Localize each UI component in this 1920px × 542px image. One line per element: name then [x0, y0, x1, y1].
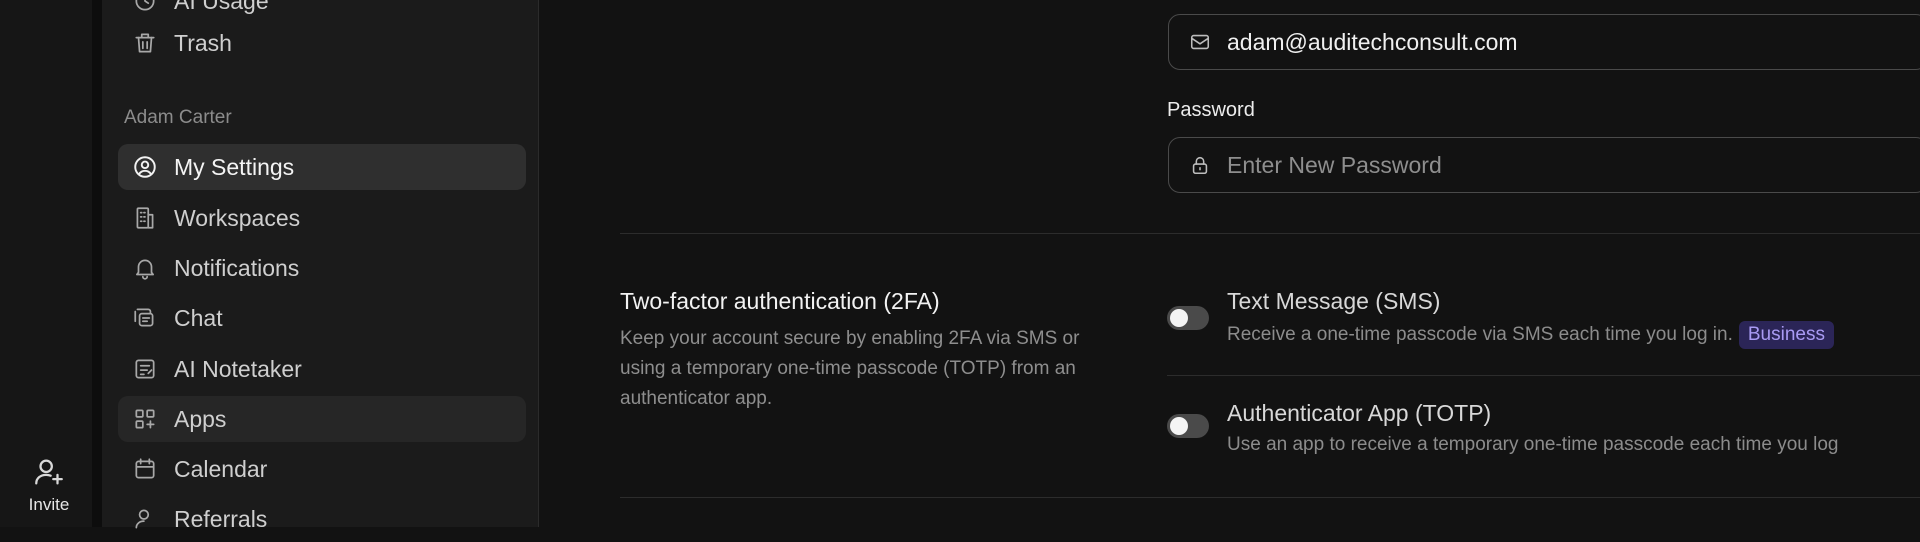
lock-icon — [1189, 154, 1211, 176]
sms-option-text: Receive a one-time passcode via SMS each… — [1227, 324, 1733, 346]
sidebar-item-label: Calendar — [174, 455, 268, 482]
twofa-title: Two-factor authentication (2FA) — [620, 288, 940, 314]
sidebar-item-label: Notifications — [174, 254, 300, 281]
calendar-icon — [132, 456, 158, 482]
add-user-icon — [32, 455, 66, 489]
apps-grid-icon — [132, 406, 158, 432]
section-divider — [620, 233, 1920, 234]
sidebar-item-label: Workspaces — [174, 204, 301, 231]
app-rail — [0, 0, 92, 527]
toggle-knob — [1170, 309, 1188, 327]
sidebar-item-ai-notetaker[interactable]: AI Notetaker — [118, 346, 526, 392]
sidebar-item-label: My Settings — [174, 153, 295, 180]
twofa-description: Keep your account secure by enabling 2FA… — [620, 328, 1080, 409]
notetaker-icon — [132, 356, 158, 382]
settings-main: adam@auditechconsult.com Password Two-fa… — [539, 0, 1920, 527]
email-field[interactable]: adam@auditechconsult.com — [1168, 14, 1920, 70]
totp-option-description: Use an app to receive a temporary one-ti… — [1227, 434, 1839, 455]
bell-icon — [132, 255, 158, 281]
option-divider — [1167, 375, 1920, 376]
trash-icon — [132, 30, 158, 56]
invite-label: Invite — [28, 495, 70, 514]
chat-icon — [132, 305, 158, 331]
sidebar-item-label: AI Usage — [174, 0, 269, 14]
rail-divider — [92, 0, 102, 527]
sidebar-item-my-settings[interactable]: My Settings — [118, 144, 526, 190]
sidebar-item-label: Referrals — [174, 505, 268, 532]
user-circle-icon — [132, 154, 158, 180]
sidebar-item-notifications[interactable]: Notifications — [118, 245, 526, 291]
toggle-knob — [1170, 417, 1188, 435]
email-value: adam@auditechconsult.com — [1227, 28, 1518, 55]
sidebar-item-calendar[interactable]: Calendar — [118, 446, 526, 492]
mail-icon — [1189, 31, 1211, 53]
building-icon — [132, 205, 158, 231]
sidebar-item-apps[interactable]: Apps — [118, 396, 526, 442]
sidebar-item-chat[interactable]: Chat — [118, 295, 526, 341]
business-plan-badge: Business — [1738, 321, 1834, 349]
sidebar-item-label: Apps — [174, 405, 227, 432]
sidebar-item-label: Trash — [174, 29, 232, 56]
sidebar-item-referrals[interactable]: Referrals — [118, 496, 526, 542]
sidebar-item-label: Chat — [174, 304, 223, 331]
password-label: Password — [1167, 99, 1255, 121]
invite-button[interactable]: Invite — [0, 455, 98, 515]
ai-usage-icon — [132, 0, 158, 14]
sidebar-item-trash[interactable]: Trash — [118, 20, 526, 66]
section-divider — [620, 497, 1920, 498]
totp-toggle[interactable] — [1167, 414, 1209, 438]
sidebar-item-label: AI Notetaker — [174, 355, 302, 382]
sms-toggle[interactable] — [1167, 306, 1209, 330]
sidebar-section-label: Adam Carter — [124, 107, 232, 128]
sms-option-title: Text Message (SMS) — [1227, 288, 1441, 314]
sidebar-item-workspaces[interactable]: Workspaces — [118, 195, 526, 241]
password-field[interactable] — [1168, 137, 1920, 193]
referrals-icon — [132, 506, 158, 532]
password-input[interactable] — [1227, 151, 1827, 179]
totp-option-title: Authenticator App (TOTP) — [1227, 400, 1492, 426]
sms-option-description: Receive a one-time passcode via SMS each… — [1227, 321, 1834, 349]
settings-sidebar: AI Usage Trash Adam Carter My Settings W… — [102, 0, 539, 532]
